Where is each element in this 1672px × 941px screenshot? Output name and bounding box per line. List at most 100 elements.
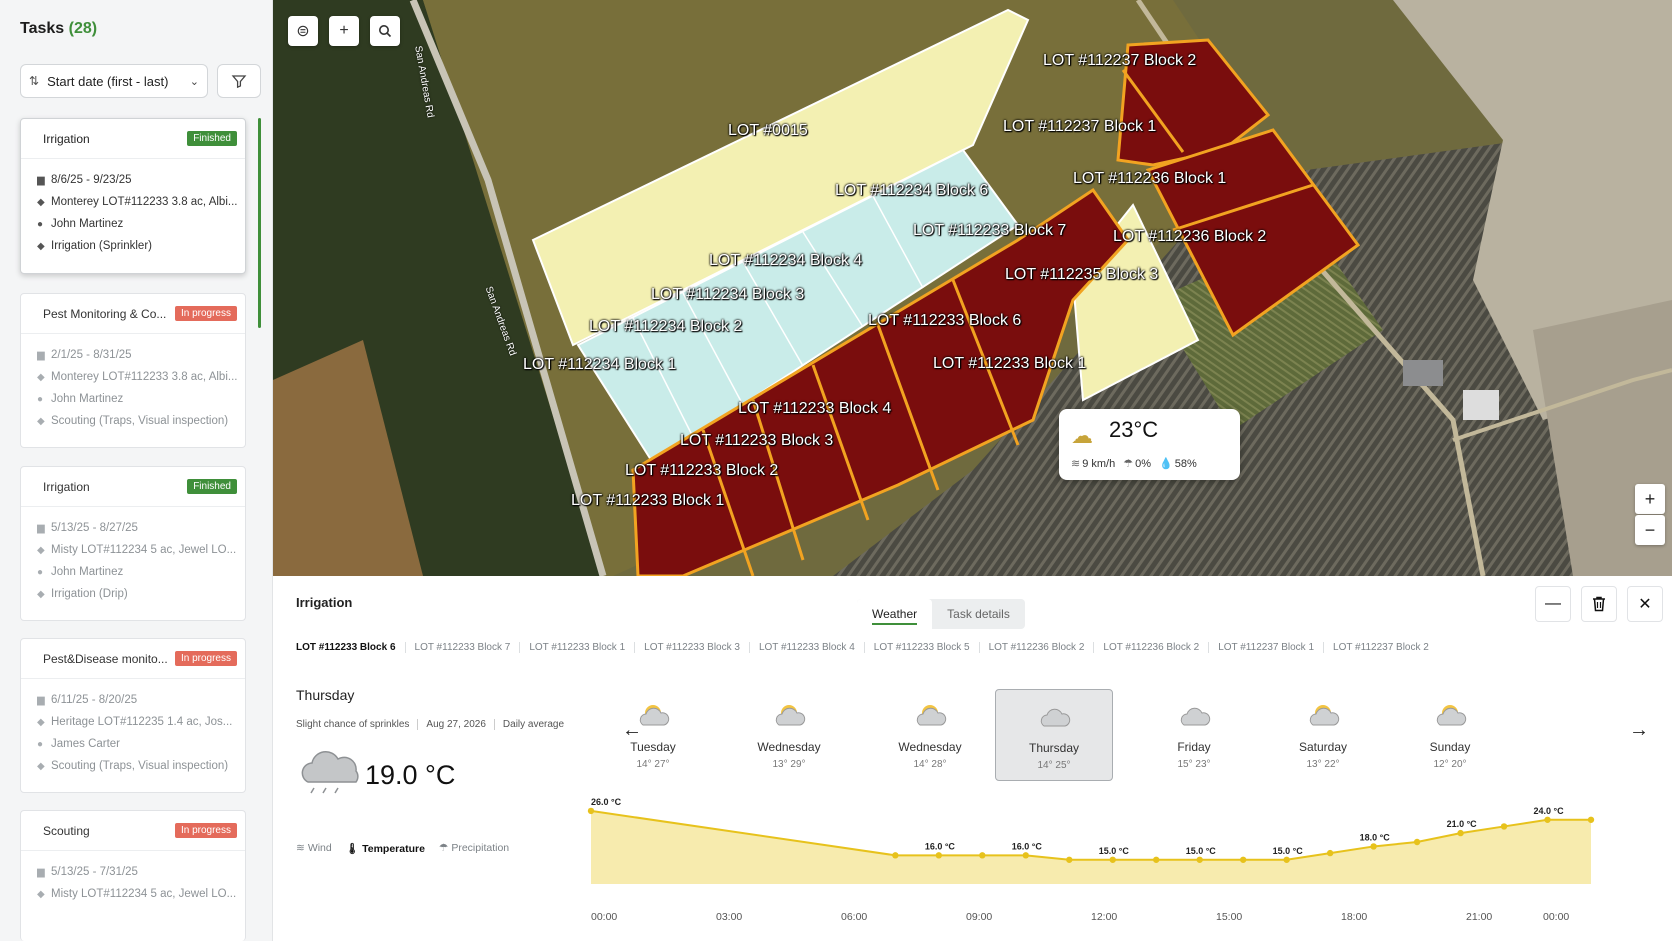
- task-assignee: John Martinez: [51, 566, 124, 578]
- temperature-point: [1196, 856, 1203, 863]
- day-temperature: 19.0 °C: [365, 760, 456, 790]
- temperature-data-label: 15.0 °C: [1099, 846, 1130, 856]
- tag-icon: ◆: [37, 888, 45, 900]
- sort-label: Start date (first - last): [47, 73, 169, 89]
- lot-label: LOT #112234 Block 2: [589, 318, 743, 335]
- sun-cloud-icon: [1264, 701, 1382, 731]
- zoom-out-button[interactable]: −: [1635, 515, 1665, 545]
- forecast-day[interactable]: Wednesday 14° 28°: [871, 689, 989, 781]
- lot-label: LOT #112233 Block 2: [625, 462, 779, 479]
- task-activity: Scouting (Traps, Visual inspection): [51, 415, 229, 427]
- minus-icon: —: [1545, 595, 1561, 612]
- forecast-day[interactable]: Friday 15° 23°: [1135, 689, 1253, 781]
- temperature-data-label: 26.0 °C: [591, 797, 622, 807]
- day-description: Slight chance of sprinkles: [296, 719, 410, 730]
- tag-icon: ◆: [37, 544, 45, 556]
- task-location: Heritage LOT#112235 1.4 ac, Jos...: [51, 716, 233, 728]
- temperature-point: [1500, 823, 1508, 830]
- task-assignee: John Martinez: [51, 218, 124, 230]
- metric-precipitation[interactable]: ☂ Precipitation: [439, 842, 509, 855]
- lot-label: LOT #112233 Block 6: [868, 312, 1022, 329]
- lot-tab[interactable]: LOT #112236 Block 2: [978, 642, 1094, 653]
- calendar-icon: ▆: [37, 866, 45, 878]
- lot-label: LOT #112233 Block 7: [913, 222, 1067, 239]
- forecast-day-range: 13° 29°: [772, 759, 806, 770]
- sun-cloud-icon: [871, 701, 989, 731]
- temperature-point: [1283, 856, 1290, 863]
- delete-button[interactable]: [1581, 586, 1617, 622]
- layers-button[interactable]: ⊜: [288, 16, 318, 46]
- search-icon: [379, 25, 392, 38]
- forecast-day[interactable]: Sunday 12° 20°: [1391, 689, 1509, 781]
- tag-icon: ◆: [37, 240, 45, 252]
- weather-popup[interactable]: ☁ 23°C ≋ 9 km/h ☂ 0% 💧 58%: [1059, 409, 1240, 480]
- lot-tab[interactable]: LOT #112233 Block 4: [748, 642, 864, 653]
- weather-humidity: 58%: [1174, 458, 1197, 470]
- wind-icon: ≋: [296, 842, 305, 854]
- task-card[interactable]: Irrigation Finished ▆ 5/13/25 - 8/27/25 ◆…: [20, 466, 246, 621]
- minimize-button[interactable]: —: [1535, 586, 1571, 622]
- lot-tabs: LOT #112233 Block 6 LOT #112233 Block 7 LO…: [296, 642, 1438, 653]
- task-name: Pest&Disease monito...: [43, 651, 168, 666]
- task-card[interactable]: Irrigation Finished ▆ 8/6/25 - 9/23/25 ◆ M…: [20, 118, 246, 274]
- lot-label: LOT #112236 Block 1: [1073, 170, 1227, 187]
- tasks-sidebar: Tasks (28) ⇅ Start date (first - last) ⌄…: [0, 0, 273, 941]
- task-card[interactable]: Scouting In progress ▆ 5/13/25 - 7/31/25 …: [20, 810, 246, 941]
- task-card-header: Irrigation Finished: [21, 119, 245, 159]
- temperature-data-label: 15.0 °C: [1186, 846, 1217, 856]
- sort-dropdown[interactable]: ⇅ Start date (first - last) ⌄: [20, 64, 208, 98]
- calendar-icon: ▆: [37, 174, 45, 186]
- plus-icon: +: [339, 22, 349, 39]
- metric-temperature[interactable]: 🌡 Temperature: [346, 842, 425, 855]
- map-search-button[interactable]: [370, 16, 400, 46]
- lot-tab[interactable]: LOT #112237 Block 1: [1208, 642, 1323, 653]
- x-tick-label: 00:00: [591, 911, 617, 923]
- task-dates: 5/13/25 - 8/27/25: [51, 522, 138, 534]
- lot-tab[interactable]: LOT #112233 Block 3: [634, 642, 749, 653]
- thermometer-icon: 🌡: [345, 843, 360, 855]
- forecast-day[interactable]: Saturday 13° 22°: [1264, 689, 1382, 781]
- forecast-day-name: Sunday: [1429, 740, 1471, 754]
- forecast-day[interactable]: Thursday 14° 25°: [995, 689, 1113, 781]
- lot-label: LOT #112236 Block 2: [1113, 228, 1267, 245]
- task-card[interactable]: Pest&Disease monito... In progress ▆ 6/11…: [20, 638, 246, 793]
- lot-tab[interactable]: LOT #112233 Block 7: [404, 642, 520, 653]
- lot-tab[interactable]: LOT #112237 Block 2: [1323, 642, 1438, 653]
- tab-task-details-label: Task details: [947, 607, 1010, 621]
- day-mode: Daily average: [493, 719, 572, 730]
- x-tick-label: 06:00: [841, 911, 867, 923]
- x-tick-label: 18:00: [1341, 911, 1367, 923]
- metric-wind[interactable]: ≋ Wind: [296, 842, 332, 855]
- close-button[interactable]: ✕: [1627, 586, 1663, 622]
- lot-tab[interactable]: LOT #112233 Block 5: [863, 642, 979, 653]
- task-location: Monterey LOT#112233 3.8 ac, Albi...: [51, 371, 238, 383]
- lot-label: LOT #112234 Block 4: [709, 252, 863, 269]
- zoom-in-button[interactable]: +: [1635, 484, 1665, 514]
- sidebar-scrollbar[interactable]: [258, 118, 261, 328]
- tag-icon: ◆: [37, 716, 45, 728]
- forecast-day[interactable]: Tuesday 14° 27°: [594, 689, 712, 781]
- lot-label: LOT #112234 Block 3: [651, 286, 805, 303]
- lot-tab[interactable]: LOT #112233 Block 1: [519, 642, 634, 653]
- temperature-data-label: 16.0 °C: [925, 841, 956, 851]
- satellite-map[interactable]: LOT #0015 LOT #112234 Block 6 LOT #112234 …: [273, 0, 1672, 576]
- temperature-point: [1413, 838, 1421, 846]
- forecast-day[interactable]: Wednesday 13° 29°: [730, 689, 848, 781]
- minus-icon: −: [1644, 519, 1656, 540]
- tab-weather[interactable]: Weather: [857, 599, 933, 629]
- tab-task-details[interactable]: Task details: [932, 599, 1025, 629]
- metric-temperature-label: Temperature: [362, 843, 425, 855]
- task-card[interactable]: Pest Monitoring & Co... In progress ▆ 2/1…: [20, 293, 246, 448]
- filter-button[interactable]: [217, 64, 261, 98]
- building: [1463, 390, 1499, 420]
- forecast-day-name: Thursday: [1028, 741, 1080, 755]
- next-day-button[interactable]: →: [1629, 719, 1649, 742]
- add-button[interactable]: +: [329, 16, 359, 46]
- task-dates: 2/1/25 - 8/31/25: [51, 349, 132, 361]
- temperature-point: [1109, 856, 1116, 863]
- lot-tab[interactable]: LOT #112233 Block 6: [296, 642, 405, 653]
- lot-tab[interactable]: LOT #112236 Block 2: [1093, 642, 1208, 653]
- trash-icon: [1593, 596, 1605, 612]
- temperature-data-label: 18.0 °C: [1360, 832, 1391, 842]
- forecast-day-name: Wednesday: [757, 740, 821, 754]
